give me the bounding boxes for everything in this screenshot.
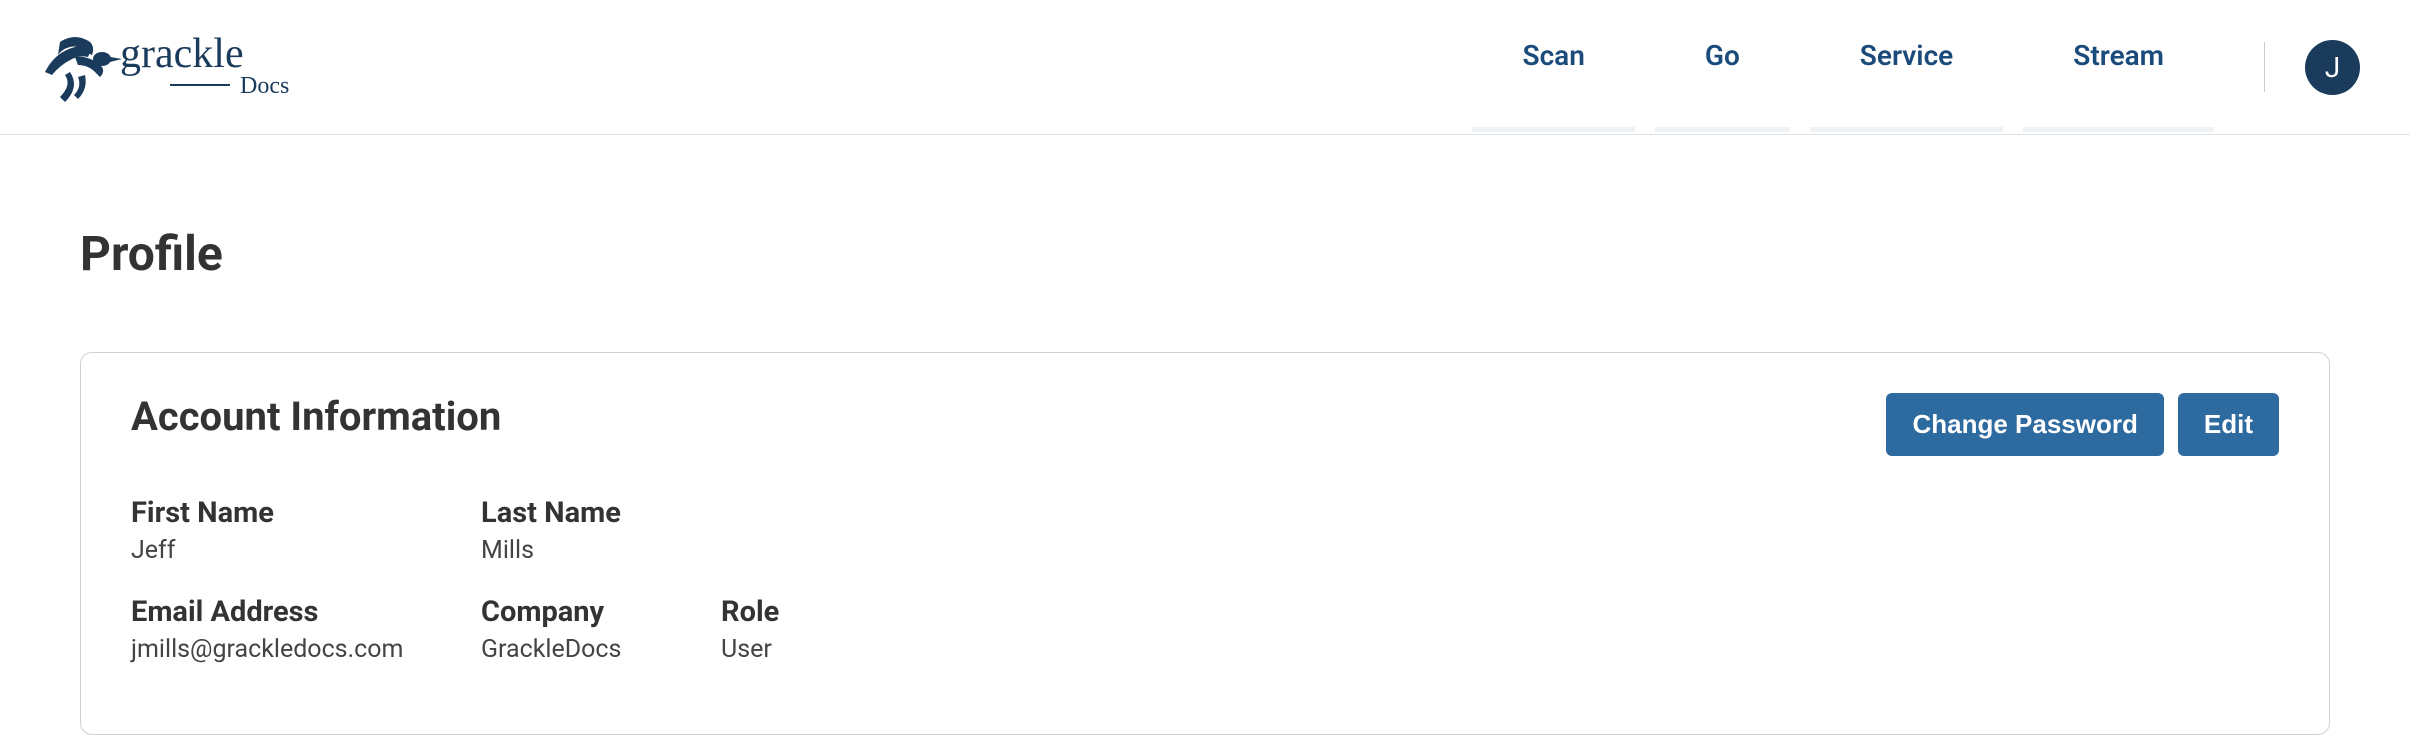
card-header: Account Information Change Password Edit bbox=[131, 393, 2279, 456]
email-value: jmills@grackledocs.com bbox=[131, 635, 461, 664]
edit-button[interactable]: Edit bbox=[2178, 393, 2279, 456]
account-card: Account Information Change Password Edit… bbox=[80, 352, 2330, 735]
field-role: Role User bbox=[721, 595, 941, 664]
content: Profile Account Information Change Passw… bbox=[0, 135, 2410, 735]
field-last-name: Last Name Mills bbox=[481, 496, 811, 565]
company-value: GrackleDocs bbox=[481, 635, 701, 664]
change-password-button[interactable]: Change Password bbox=[1886, 393, 2163, 456]
svg-text:Docs: Docs bbox=[240, 73, 289, 99]
role-value: User bbox=[721, 635, 941, 664]
first-name-label: First Name bbox=[131, 496, 461, 530]
last-name-value: Mills bbox=[481, 536, 811, 565]
nav-divider bbox=[2264, 42, 2265, 92]
last-name-label: Last Name bbox=[481, 496, 811, 530]
card-title: Account Information bbox=[131, 393, 501, 440]
first-name-value: Jeff bbox=[131, 536, 461, 565]
nav-item-go[interactable]: Go bbox=[1645, 19, 1800, 116]
company-label: Company bbox=[481, 595, 701, 629]
field-first-name: First Name Jeff bbox=[131, 496, 461, 565]
role-label: Role bbox=[721, 595, 941, 629]
nav-item-service[interactable]: Service bbox=[1800, 19, 2013, 116]
fields: First Name Jeff Last Name Mills Email Ad… bbox=[131, 496, 2279, 694]
avatar[interactable]: J bbox=[2305, 40, 2360, 95]
logo[interactable]: grackle Docs bbox=[30, 17, 330, 117]
svg-text:grackle: grackle bbox=[120, 31, 244, 77]
nav-item-stream[interactable]: Stream bbox=[2013, 19, 2224, 116]
field-company: Company GrackleDocs bbox=[481, 595, 701, 664]
grackle-bird-icon: grackle Docs bbox=[30, 17, 330, 117]
nav: Scan Go Service Stream J bbox=[1462, 19, 2380, 116]
email-label: Email Address bbox=[131, 595, 461, 629]
nav-item-scan[interactable]: Scan bbox=[1462, 19, 1644, 116]
header: grackle Docs Scan Go Service Stream J bbox=[0, 0, 2410, 135]
field-email: Email Address jmills@grackledocs.com bbox=[131, 595, 461, 664]
card-actions: Change Password Edit bbox=[1886, 393, 2279, 456]
page-title: Profile bbox=[80, 225, 2330, 282]
